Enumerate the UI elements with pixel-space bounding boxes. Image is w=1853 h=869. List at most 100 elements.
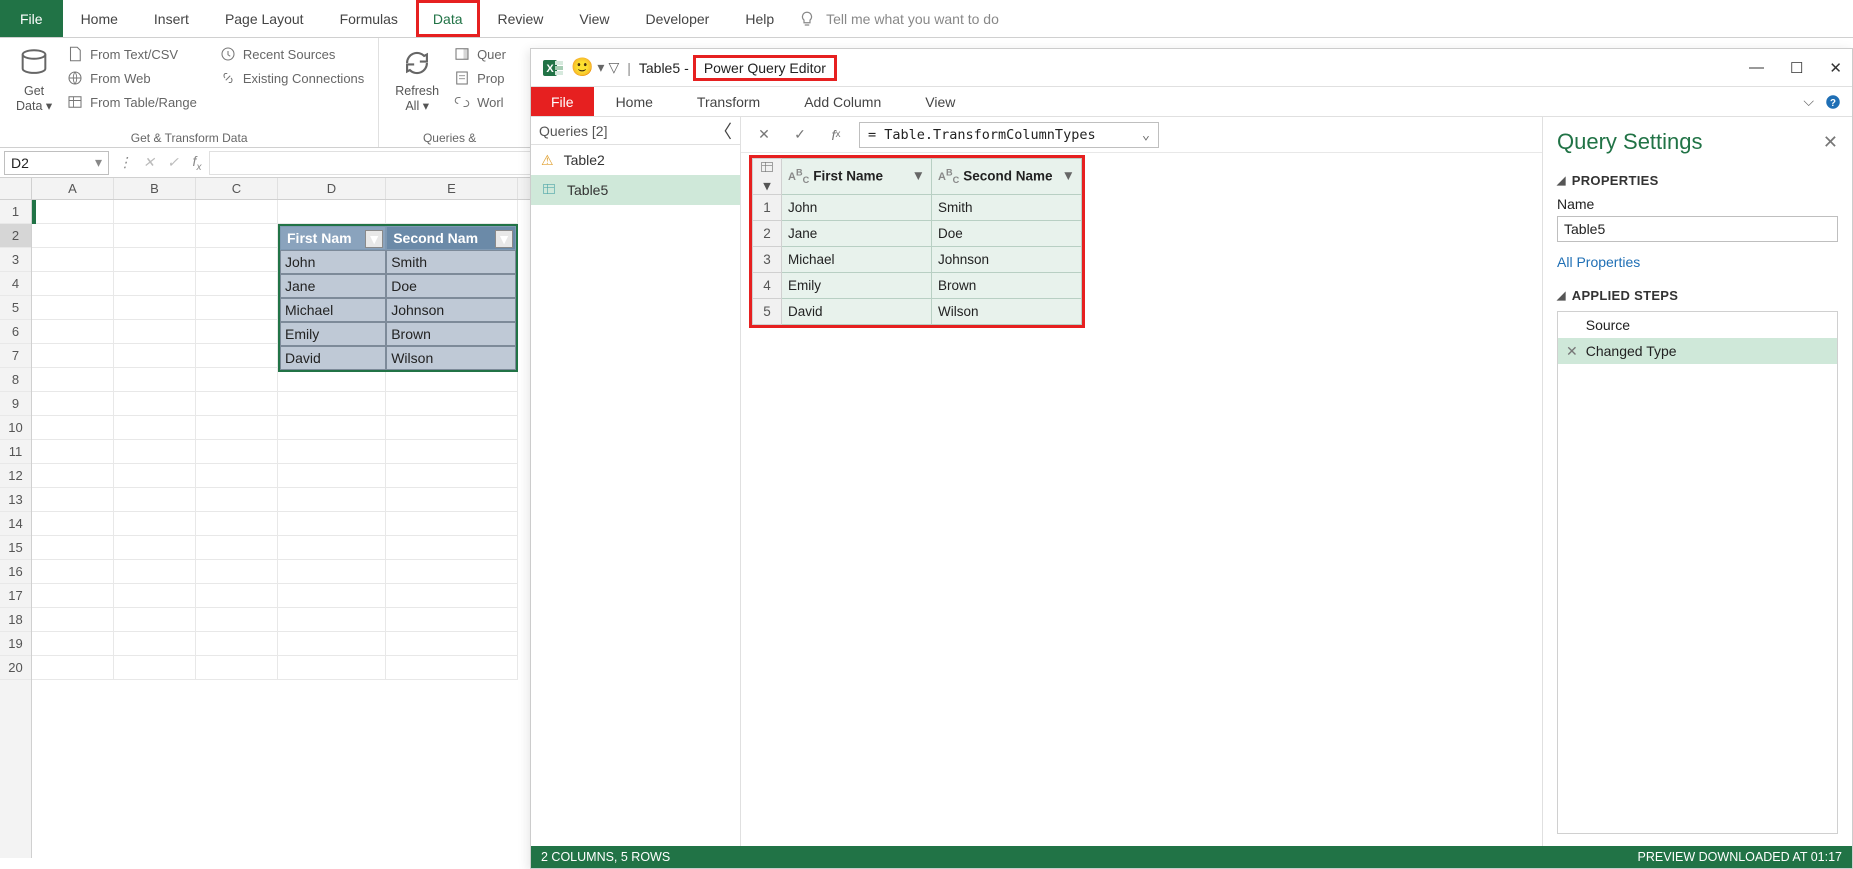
pq-tab-add-column[interactable]: Add Column [782, 87, 903, 116]
fx-icon[interactable]: fx [823, 122, 849, 148]
cell[interactable] [386, 200, 518, 224]
cell[interactable] [196, 392, 278, 416]
row-header[interactable]: 19 [0, 632, 31, 656]
table-row[interactable]: DavidWilson [280, 346, 516, 370]
delete-step-icon[interactable]: ✕ [1566, 343, 1578, 360]
cell[interactable] [32, 200, 114, 224]
from-text-csv-button[interactable]: From Text/CSV [60, 42, 203, 66]
row-header[interactable]: 14 [0, 512, 31, 536]
cell[interactable] [196, 200, 278, 224]
cell[interactable] [114, 488, 196, 512]
cell[interactable] [32, 392, 114, 416]
namebox-more-icon[interactable]: ⋮ [113, 154, 137, 171]
cell[interactable] [114, 296, 196, 320]
close-icon[interactable]: ✕ [1829, 59, 1842, 77]
excel-tab-review[interactable]: Review [480, 0, 562, 37]
column-dropdown-icon[interactable]: ▼ [1062, 168, 1075, 183]
col-B[interactable]: B [114, 178, 196, 199]
collapse-icon[interactable]: ◢ [1557, 174, 1566, 187]
cell[interactable] [196, 464, 278, 488]
cell[interactable] [32, 584, 114, 608]
row-header[interactable]: 7 [0, 344, 31, 368]
select-all-corner[interactable] [0, 178, 31, 200]
cell[interactable] [386, 488, 518, 512]
cell[interactable] [386, 464, 518, 488]
row-header[interactable]: 6 [0, 320, 31, 344]
cell[interactable] [32, 512, 114, 536]
cell[interactable] [196, 560, 278, 584]
pq-tab-view[interactable]: View [903, 87, 977, 116]
query-item[interactable]: Table5 [531, 175, 740, 205]
cell[interactable] [196, 320, 278, 344]
collapse-icon[interactable]: ◢ [1557, 289, 1566, 302]
filter-dropdown-icon[interactable]: ▼ [365, 230, 383, 248]
cancel-formula-icon[interactable]: ✕ [137, 154, 161, 171]
cell[interactable] [386, 632, 518, 656]
cell[interactable] [196, 608, 278, 632]
cell[interactable] [114, 464, 196, 488]
cell[interactable] [196, 584, 278, 608]
close-settings-icon[interactable]: ✕ [1823, 132, 1838, 153]
table-row[interactable]: 1JohnSmith [753, 195, 1082, 221]
cell[interactable] [114, 440, 196, 464]
name-box[interactable]: D2▾ [4, 151, 109, 175]
cell[interactable] [196, 344, 278, 368]
cell[interactable] [32, 296, 114, 320]
formula-expand-icon[interactable]: ⌄ [1142, 127, 1150, 143]
refresh-all-button[interactable]: Refresh All ▾ [387, 42, 447, 129]
fx-icon[interactable]: fx [185, 153, 209, 173]
cell[interactable] [386, 536, 518, 560]
row-header[interactable]: 12 [0, 464, 31, 488]
pq-tab-file[interactable]: File [531, 87, 594, 116]
pq-tab-home[interactable]: Home [594, 87, 675, 116]
excel-tab-developer[interactable]: Developer [628, 0, 728, 37]
pq-col-first-name[interactable]: ABCFirst Name▼ [782, 159, 932, 195]
table-row[interactable]: 3MichaelJohnson [753, 247, 1082, 273]
cell[interactable] [32, 440, 114, 464]
table-cell[interactable]: David [782, 299, 932, 325]
cell[interactable] [114, 512, 196, 536]
table-cell[interactable]: Wilson [932, 299, 1082, 325]
cell[interactable] [278, 536, 386, 560]
row-number[interactable]: 4 [753, 273, 782, 299]
cell[interactable] [32, 248, 114, 272]
table-cell[interactable]: John [782, 195, 932, 221]
excel-tab-view[interactable]: View [561, 0, 627, 37]
cell[interactable] [114, 344, 196, 368]
tell-me-search[interactable]: Tell me what you want to do [798, 0, 999, 37]
pq-titlebar[interactable]: X 🙂 ▾ ▽ | Table5 - Power Query Editor — … [531, 49, 1852, 87]
cell[interactable] [196, 416, 278, 440]
cell[interactable] [278, 200, 386, 224]
cell[interactable] [32, 464, 114, 488]
row-header[interactable]: 4 [0, 272, 31, 296]
row-header[interactable]: 5 [0, 296, 31, 320]
cell[interactable] [32, 344, 114, 368]
col-E[interactable]: E [386, 178, 518, 199]
enter-formula-icon[interactable]: ✓ [161, 154, 185, 171]
table-header-second-name[interactable]: Second Nam▼ [386, 226, 516, 250]
excel-table[interactable]: First Nam▼ Second Nam▼ JohnSmithJaneDoeM… [278, 224, 518, 372]
filter-dropdown-icon[interactable]: ▼ [495, 230, 513, 248]
table-row[interactable]: JohnSmith [280, 250, 516, 274]
cell[interactable] [114, 416, 196, 440]
maximize-icon[interactable]: ☐ [1790, 59, 1803, 77]
cell[interactable] [278, 632, 386, 656]
table-cell[interactable]: Wilson [386, 346, 516, 370]
row-number[interactable]: 1 [753, 195, 782, 221]
cell[interactable] [386, 416, 518, 440]
table-row[interactable]: 4EmilyBrown [753, 273, 1082, 299]
cell[interactable] [114, 632, 196, 656]
recent-sources-button[interactable]: Recent Sources [213, 42, 370, 66]
cell[interactable] [32, 272, 114, 296]
table-cell[interactable]: John [280, 250, 386, 274]
cell[interactable] [32, 608, 114, 632]
smile-icon[interactable]: 🙂 [571, 57, 593, 78]
table-row[interactable]: 5DavidWilson [753, 299, 1082, 325]
cell[interactable] [386, 512, 518, 536]
qat-overflow-icon[interactable]: ▽ [608, 59, 619, 76]
qat-dropdown-icon[interactable]: ▾ [597, 59, 604, 76]
cell[interactable] [196, 536, 278, 560]
help-icon[interactable]: ? [1824, 93, 1842, 111]
cell[interactable] [114, 656, 196, 680]
existing-connections-button[interactable]: Existing Connections [213, 66, 370, 90]
